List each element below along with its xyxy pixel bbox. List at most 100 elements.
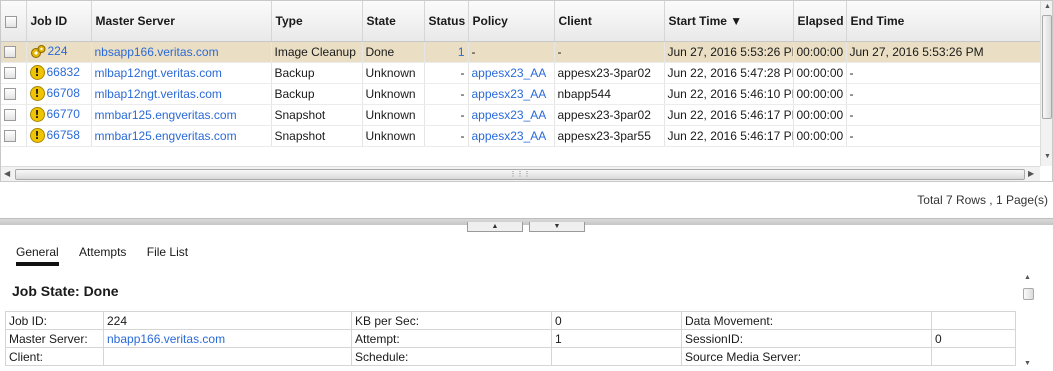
type-cell: Snapshot: [271, 104, 363, 126]
scroll-down-arrow-icon[interactable]: ▼: [1043, 153, 1052, 160]
tab-file-list[interactable]: File List: [147, 245, 188, 262]
field-value: [551, 347, 682, 366]
detail-row: Client: Schedule: Source Media Server:: [5, 347, 1016, 366]
grid-horizontal-scrollbar[interactable]: ◀ ⋮⋮⋮ ▶: [1, 166, 1040, 181]
end-time-cell: -: [846, 83, 1042, 105]
column-header-client[interactable]: Client: [554, 1, 665, 42]
cleanup-gear-icon: [30, 44, 45, 58]
elapsed-time-cell: 00:00:00: [793, 125, 847, 147]
tab-attempts[interactable]: Attempts: [79, 245, 126, 262]
collapse-down-button[interactable]: ▼: [529, 222, 585, 232]
table-row[interactable]: ! 66758 mmbar125.engveritas.com Snapshot …: [1, 125, 1042, 147]
end-time-cell: -: [846, 104, 1042, 126]
elapsed-time-cell: 00:00:00: [793, 41, 847, 63]
start-time-cell: Jun 22, 2016 5:46:17 PM: [664, 104, 794, 126]
status-cell: -: [424, 62, 469, 84]
warning-icon: !: [29, 107, 45, 123]
scroll-right-arrow-icon[interactable]: ▶: [1028, 169, 1034, 178]
panel-splitter[interactable]: ▲ ▼: [0, 218, 1053, 232]
warning-icon: !: [29, 128, 45, 144]
jobs-table: Job ID Master Server Type State Status P…: [1, 1, 1042, 147]
detail-row: Job ID: 224 KB per Sec: 0 Data Movement:: [5, 311, 1016, 330]
expand-up-button[interactable]: ▲: [467, 222, 523, 232]
scrollbar-thumb[interactable]: [1023, 288, 1034, 300]
job-state-heading: Job State: Done: [12, 283, 119, 299]
field-value: [931, 311, 1016, 330]
status-link[interactable]: 1: [458, 45, 465, 59]
status-cell: -: [424, 104, 469, 126]
column-header-policy[interactable]: Policy: [468, 1, 555, 42]
type-cell: Snapshot: [271, 125, 363, 147]
row-checkbox[interactable]: [4, 46, 16, 59]
scrollbar-thumb[interactable]: ⋮⋮⋮: [15, 169, 1025, 180]
client-cell: appesx23-3par02: [554, 62, 665, 84]
row-checkbox[interactable]: [4, 130, 16, 143]
grid-header-row: Job ID Master Server Type State Status P…: [1, 1, 1042, 42]
job-id-link[interactable]: 224: [48, 44, 68, 58]
pagination-summary: Total 7 Rows , 1 Page(s): [917, 193, 1048, 207]
field-label: KB per Sec:: [351, 311, 552, 330]
field-label: Attempt:: [351, 329, 552, 348]
status-cell: -: [424, 83, 469, 105]
scrollbar-thumb[interactable]: [1042, 15, 1052, 119]
scroll-down-arrow-icon[interactable]: ▼: [1024, 360, 1031, 367]
table-row[interactable]: ! 66708 mlbap12ngt.veritas.com Backup Unk…: [1, 83, 1042, 105]
client-cell: -: [554, 41, 665, 63]
table-row[interactable]: ! 66770 mmbar125.engveritas.com Snapshot …: [1, 104, 1042, 126]
tab-general[interactable]: General: [16, 245, 59, 266]
policy-link[interactable]: appesx23_AA: [472, 129, 547, 143]
end-time-cell: -: [846, 125, 1042, 147]
master-server-link[interactable]: mmbar125.engveritas.com: [95, 108, 237, 122]
master-server-link[interactable]: mlbap12ngt.veritas.com: [95, 87, 222, 101]
job-id-link[interactable]: 66708: [47, 86, 80, 100]
column-header-type[interactable]: Type: [271, 1, 363, 42]
scroll-left-arrow-icon[interactable]: ◀: [4, 169, 10, 178]
scroll-up-arrow-icon[interactable]: ▲: [1024, 274, 1031, 281]
job-id-link[interactable]: 66770: [47, 107, 80, 121]
select-all-header[interactable]: [1, 1, 27, 42]
master-server-link[interactable]: nbsapp166.veritas.com: [95, 45, 219, 59]
policy-cell: -: [468, 41, 555, 63]
field-value: [931, 347, 1016, 366]
policy-link[interactable]: appesx23_AA: [472, 66, 547, 80]
grid-vertical-scrollbar[interactable]: ▲ ▼: [1040, 1, 1052, 166]
column-header-status[interactable]: Status: [424, 1, 469, 42]
elapsed-time-cell: 00:00:00: [793, 62, 847, 84]
column-header-elapsed-time[interactable]: Elapsed Time: [793, 1, 847, 42]
column-header-end-time[interactable]: End Time: [846, 1, 1042, 42]
row-checkbox[interactable]: [4, 109, 16, 122]
detail-tabs: General Attempts File List: [16, 245, 205, 266]
detail-vertical-scrollbar[interactable]: ▲ ▼: [1021, 268, 1037, 371]
field-value: 224: [103, 311, 352, 330]
client-cell: appesx23-3par02: [554, 104, 665, 126]
state-cell: Done: [362, 41, 425, 63]
column-header-state[interactable]: State: [362, 1, 425, 42]
job-id-link[interactable]: 66832: [47, 65, 80, 79]
column-header-start-time[interactable]: Start Time ▼: [664, 1, 794, 42]
master-server-link[interactable]: mmbar125.engveritas.com: [95, 129, 237, 143]
field-value: 1: [551, 329, 682, 348]
row-checkbox[interactable]: [4, 67, 16, 80]
field-label: Data Movement:: [681, 311, 932, 330]
policy-link[interactable]: appesx23_AA: [472, 87, 547, 101]
column-header-master-server[interactable]: Master Server: [91, 1, 272, 42]
start-time-cell: Jun 22, 2016 5:46:10 PM: [664, 83, 794, 105]
policy-link[interactable]: appesx23_AA: [472, 108, 547, 122]
row-checkbox[interactable]: [4, 88, 16, 101]
master-server-link[interactable]: nbapp166.veritas.com: [107, 332, 225, 346]
table-row[interactable]: ! 66832 mlbap12ngt.veritas.com Backup Unk…: [1, 62, 1042, 84]
field-label: Job ID:: [5, 311, 104, 330]
scroll-up-arrow-icon[interactable]: ▲: [1043, 3, 1052, 10]
job-details-table: Job ID: 224 KB per Sec: 0 Data Movement:…: [5, 311, 1016, 366]
table-row[interactable]: 224 nbsapp166.veritas.com Image Cleanup …: [1, 41, 1042, 63]
type-cell: Backup: [271, 83, 363, 105]
select-all-checkbox[interactable]: [5, 15, 17, 28]
client-cell: appesx23-3par55: [554, 125, 665, 147]
column-header-job-id[interactable]: Job ID: [26, 1, 92, 42]
type-cell: Backup: [271, 62, 363, 84]
master-server-link[interactable]: mlbap12ngt.veritas.com: [95, 66, 222, 80]
start-time-cell: Jun 22, 2016 5:47:28 PM: [664, 62, 794, 84]
warning-icon: !: [29, 65, 45, 81]
job-id-link[interactable]: 66758: [47, 128, 80, 142]
field-label: Client:: [5, 347, 104, 366]
